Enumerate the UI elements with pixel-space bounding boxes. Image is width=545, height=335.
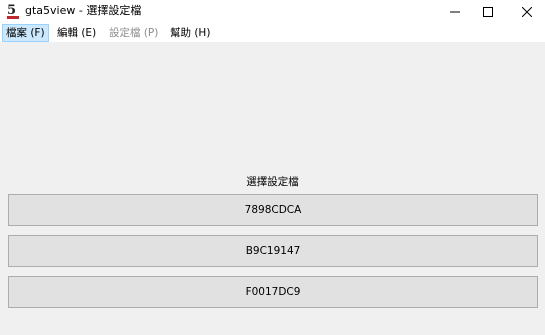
maximize-icon <box>483 7 493 17</box>
menu-file[interactable]: 檔案 (F) <box>2 24 49 42</box>
profile-button-1[interactable]: 7898CDCA <box>8 194 538 226</box>
close-button[interactable] <box>509 0 545 24</box>
window-title: gta5view - 選擇設定檔 <box>25 4 142 17</box>
menu-edit[interactable]: 編輯 (E) <box>54 24 99 42</box>
app-window: 5 gta5view - 選擇設定檔 檔案 (F) 編輯 (E) 設定檔 (P)… <box>0 0 545 335</box>
svg-text:5: 5 <box>7 3 16 18</box>
title-bar[interactable]: 5 gta5view - 選擇設定檔 <box>0 0 545 24</box>
minimize-button[interactable] <box>437 0 473 24</box>
minimize-icon <box>450 11 460 13</box>
close-icon <box>522 7 532 17</box>
profile-button-3[interactable]: F0017DC9 <box>8 276 538 308</box>
profile-selection-panel: 選擇設定檔 7898CDCA B9C19147 F0017DC9 <box>0 42 545 335</box>
gta5view-app-icon: 5 <box>7 3 19 19</box>
menu-profile: 設定檔 (P) <box>109 27 159 39</box>
maximize-button[interactable] <box>470 0 506 24</box>
menu-bar: 檔案 (F) 編輯 (E) 設定檔 (P) 幫助 (H) <box>0 24 545 42</box>
menu-help[interactable]: 幫助 (H) <box>167 24 213 42</box>
profile-button-2[interactable]: B9C19147 <box>8 235 538 267</box>
select-profile-label: 選擇設定檔 <box>246 176 299 188</box>
